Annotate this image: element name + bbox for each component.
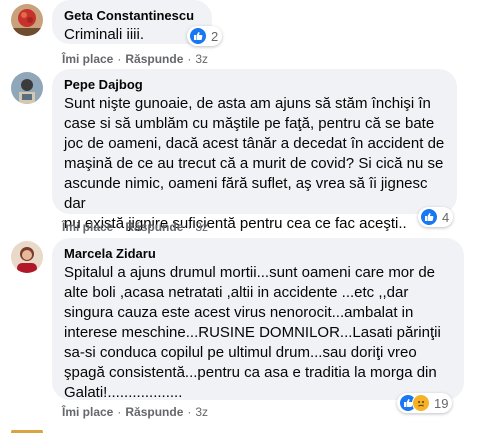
reaction-summary[interactable]: 2 [187, 26, 223, 46]
comment-actions: Îmi place · Răspunde · 3z [62, 404, 208, 420]
comment-author[interactable]: Pepe Dajbog [64, 77, 445, 93]
reaction-summary[interactable]: 4 [418, 207, 454, 227]
separator: · [187, 52, 192, 66]
like-icon [189, 27, 207, 45]
reply-action[interactable]: Răspunde [125, 220, 183, 234]
separator: · [117, 220, 122, 234]
avatar[interactable] [11, 4, 43, 36]
comment-actions: Îmi place · Răspunde · 3z [62, 219, 208, 235]
separator: · [117, 52, 122, 66]
like-action[interactable]: Îmi place [62, 52, 113, 66]
avatar[interactable] [11, 241, 43, 273]
like-action[interactable]: Îmi place [62, 220, 113, 234]
sad-icon [412, 394, 430, 412]
comment-time[interactable]: 3z [195, 220, 208, 234]
comment-time[interactable]: 3z [195, 52, 208, 66]
comment-bubble: Marcela Zidaru Spitalul a ajuns drumul m… [52, 238, 464, 401]
avatar[interactable] [11, 72, 43, 104]
reaction-summary[interactable]: 19 [397, 393, 453, 413]
separator: · [117, 405, 122, 419]
separator: · [187, 220, 192, 234]
reaction-count: 19 [434, 395, 449, 411]
reaction-count: 4 [442, 209, 450, 225]
comment-text: Criminali iiii. [64, 26, 145, 43]
comment-actions: Îmi place · Răspunde · 3z [62, 51, 208, 67]
comment-text: Sunt nişte gunoaie, de asta am ajuns să … [64, 95, 445, 232]
comment-text: Spitalul a ajuns drumul mortii...sunt oa… [64, 264, 441, 401]
reaction-count: 2 [211, 28, 219, 44]
like-action[interactable]: Îmi place [62, 405, 113, 419]
comment-time[interactable]: 3z [195, 405, 208, 419]
comment-author[interactable]: Geta Constantinescu [64, 8, 200, 24]
comment-bubble: Pepe Dajbog Sunt nişte gunoaie, de asta … [52, 69, 457, 232]
reply-action[interactable]: Răspunde [125, 405, 183, 419]
like-icon [420, 208, 438, 226]
reply-action[interactable]: Răspunde [125, 52, 183, 66]
comment-author[interactable]: Marcela Zidaru [64, 246, 452, 262]
separator: · [187, 405, 192, 419]
avatar[interactable] [11, 425, 43, 433]
